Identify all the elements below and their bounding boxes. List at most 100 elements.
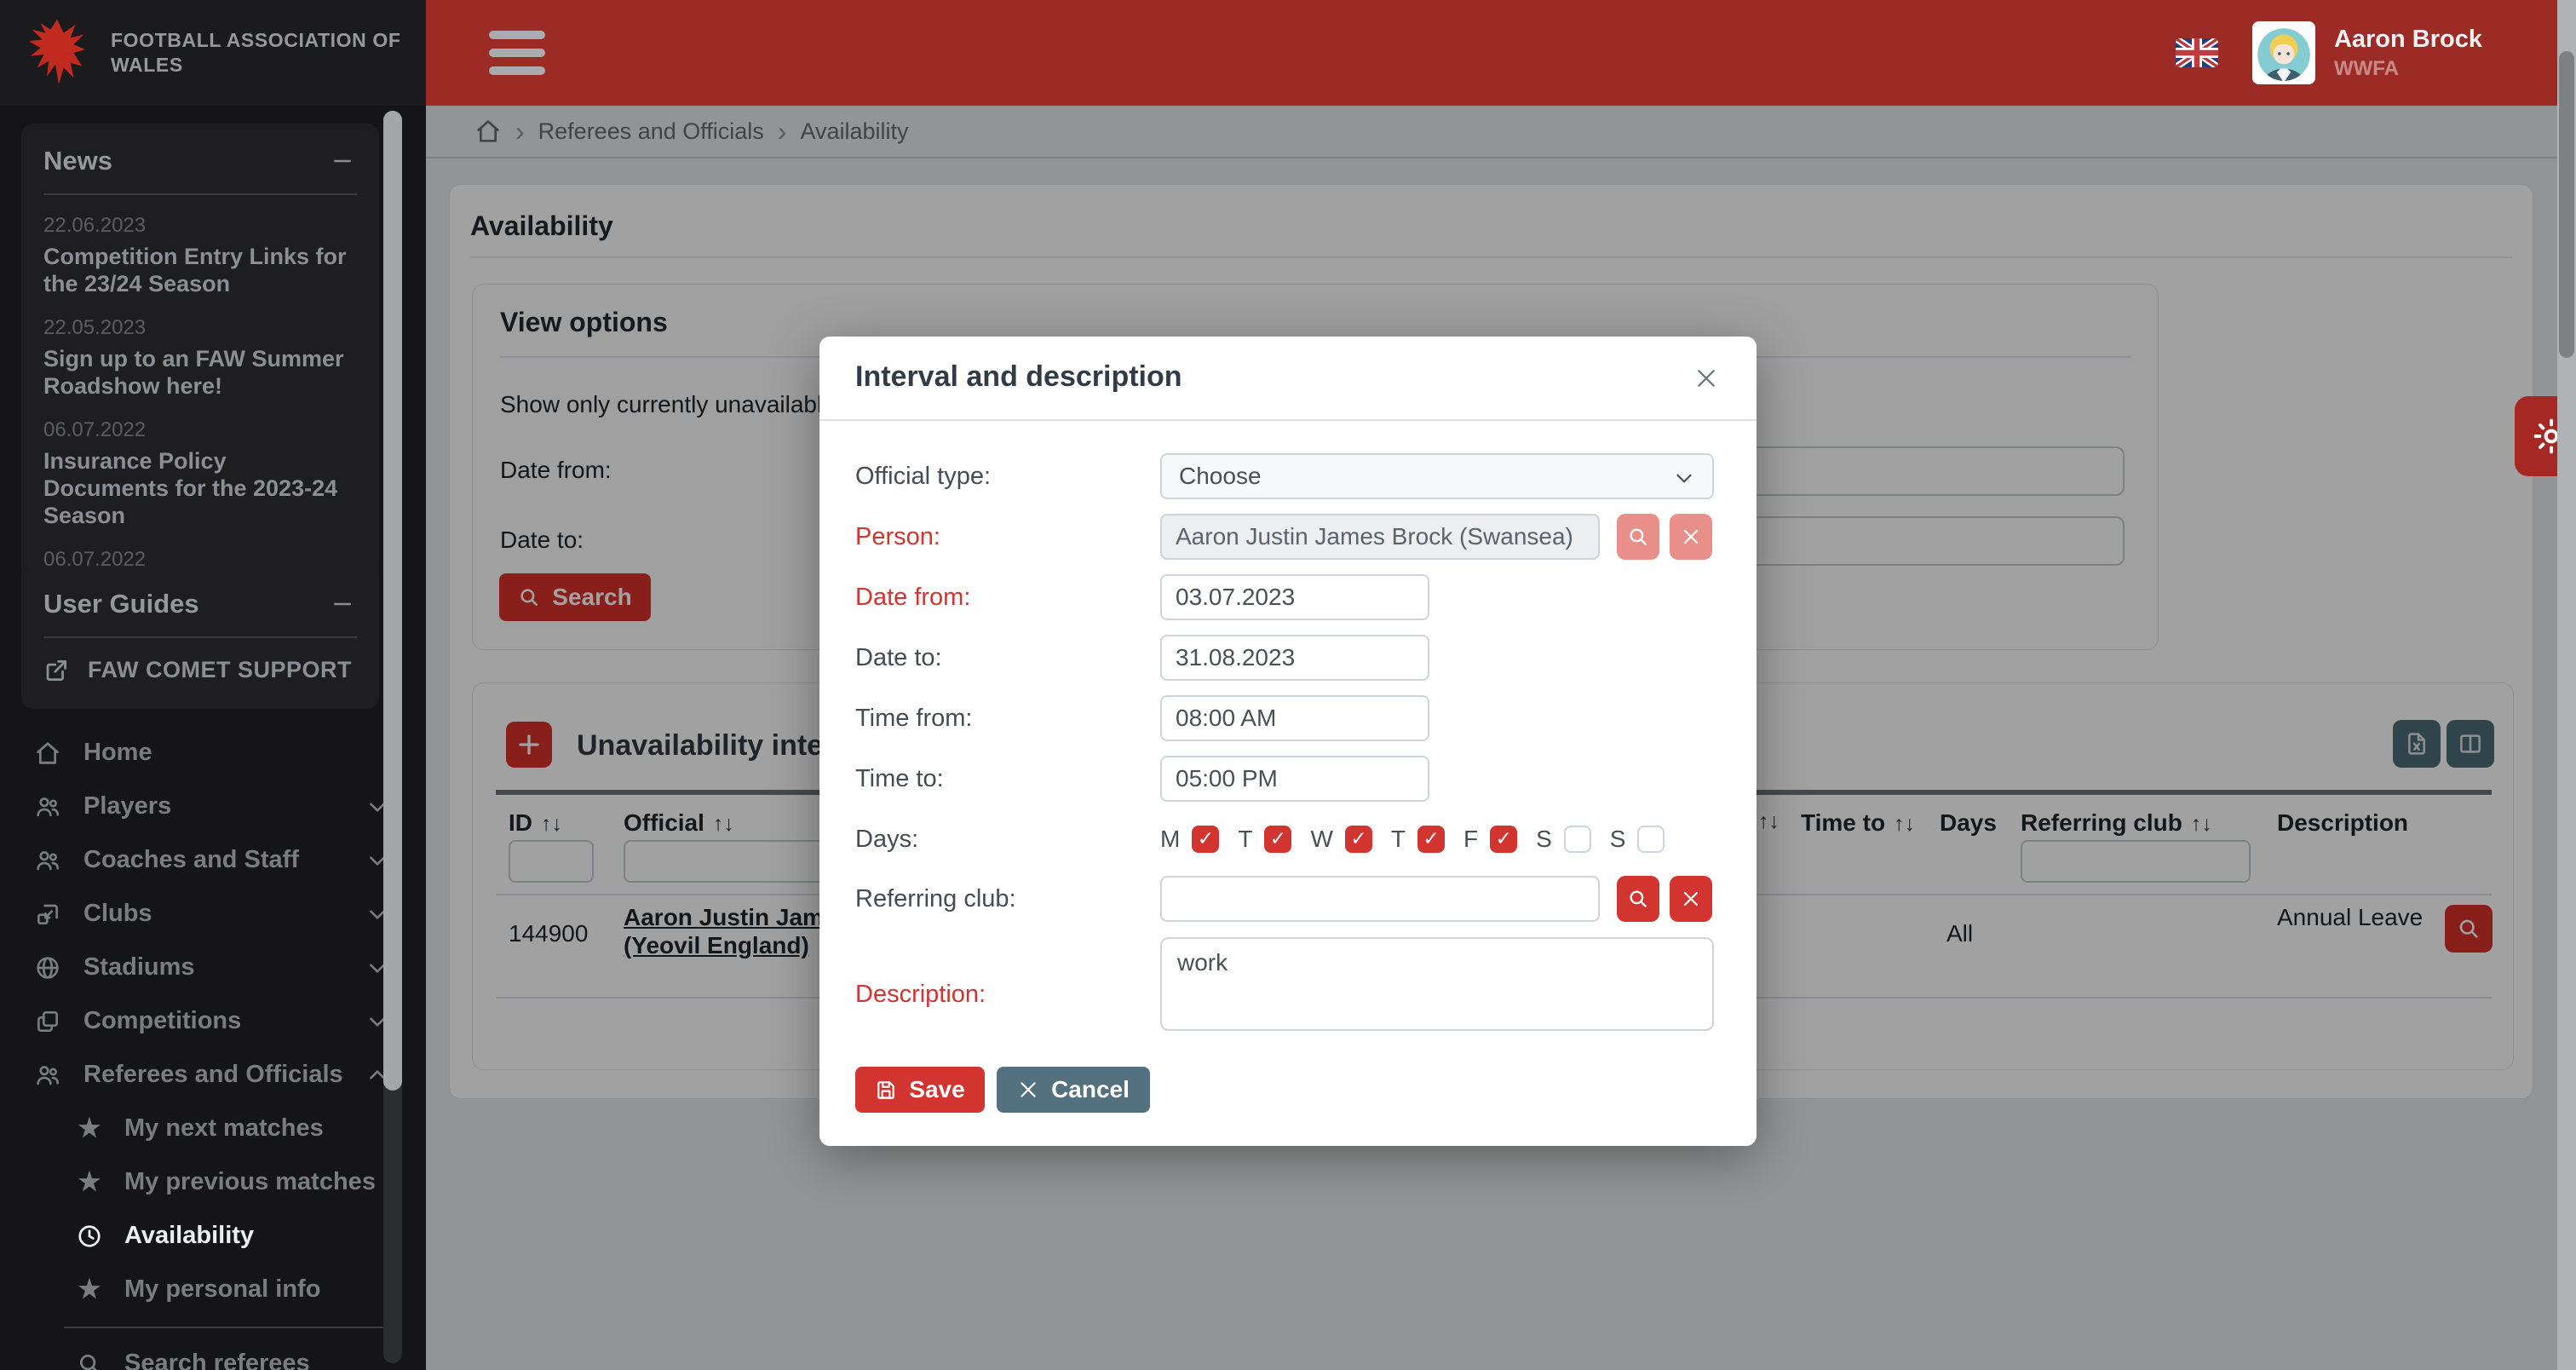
app-window: FOOTBALL ASSOCIATION OF WALES <box>0 0 2576 1370</box>
date-from-label: Date from: <box>855 574 970 620</box>
sidebar-item-search-referees[interactable]: Search referees <box>0 1337 426 1370</box>
sidebar-subitem-label: My previous matches <box>124 1168 376 1196</box>
user-guides-title: User Guides <box>43 589 199 619</box>
day-checkbox-wed[interactable] <box>1345 826 1372 853</box>
sidebar-item-competitions[interactable]: Competitions <box>0 994 426 1048</box>
official-type-row: Official type: Choose <box>819 453 1757 499</box>
time-to-label: Time to: <box>855 756 944 802</box>
person-input[interactable] <box>1160 514 1600 560</box>
referring-club-search-button[interactable] <box>1617 876 1659 922</box>
date-to-input[interactable] <box>1160 635 1429 681</box>
time-from-label: Time from: <box>855 695 972 741</box>
day-checkbox-fri[interactable] <box>1490 826 1517 853</box>
header-bar: Aaron Brock WWFA <box>426 0 2576 106</box>
news-item-title[interactable]: Competition Entry Links for the 23/24 Se… <box>43 243 357 297</box>
day-checkbox-sun[interactable] <box>1637 826 1665 853</box>
clubs-icon <box>34 901 61 928</box>
description-label: Description: <box>855 971 986 1017</box>
date-from-input[interactable] <box>1160 574 1429 620</box>
home-icon <box>34 740 61 767</box>
person-clear-button[interactable] <box>1670 514 1712 560</box>
sidebar-subitem-label: My personal info <box>124 1275 320 1304</box>
sidebar-item-clubs[interactable]: Clubs <box>0 887 426 941</box>
sidebar-item-stadiums[interactable]: Stadiums <box>0 941 426 994</box>
referring-club-label: Referring club: <box>855 876 1016 922</box>
official-type-select[interactable]: Choose <box>1160 453 1714 499</box>
days-checkbox-group: M T W T F S S <box>1160 826 1673 853</box>
person-label: Person: <box>855 514 940 560</box>
collapse-icon[interactable] <box>328 590 357 619</box>
referring-club-input[interactable] <box>1160 876 1600 922</box>
sidebar-item-my-personal-info[interactable]: ★ My personal info <box>0 1263 426 1316</box>
sidebar-item-label: Stadiums <box>83 953 344 981</box>
user-menu[interactable]: Aaron Brock WWFA <box>2252 21 2482 84</box>
cancel-button[interactable]: Cancel <box>997 1067 1150 1113</box>
referring-club-clear-button[interactable] <box>1670 876 1712 922</box>
external-link-icon <box>43 658 69 683</box>
news-item-date: 06.07.2022 <box>43 418 357 442</box>
description-textarea[interactable]: work <box>1160 937 1714 1031</box>
sidebar-scrollbar-thumb[interactable] <box>383 111 402 1091</box>
org-name-line1: FOOTBALL ASSOCIATION OF <box>111 28 400 53</box>
sidebar-item-availability[interactable]: Availability <box>0 1209 426 1263</box>
date-to-label: Date to: <box>855 635 942 681</box>
sidebar-subitem-label: Availability <box>124 1222 254 1250</box>
interval-description-modal: Interval and description Official type: … <box>819 337 1757 1146</box>
save-button[interactable]: Save <box>855 1067 985 1113</box>
close-icon[interactable] <box>1690 362 1722 394</box>
sidebar-item-referees[interactable]: Referees and Officials <box>0 1048 426 1102</box>
days-label: Days: <box>855 826 918 853</box>
official-type-label: Official type: <box>855 453 991 499</box>
window-scrollbar-thumb[interactable] <box>2559 51 2574 358</box>
chevron-down-icon <box>1673 467 1695 489</box>
language-flag-icon[interactable] <box>2176 38 2218 67</box>
time-from-input[interactable] <box>1160 695 1429 741</box>
sidebar-item-my-next-matches[interactable]: ★ My next matches <box>0 1102 426 1155</box>
star-icon: ★ <box>77 1170 102 1195</box>
sidebar-item-players[interactable]: Players <box>0 780 426 833</box>
faw-comet-support-link[interactable]: FAW COMET SUPPORT <box>43 657 357 683</box>
sidebar-item-my-previous-matches[interactable]: ★ My previous matches <box>0 1155 426 1209</box>
save-button-label: Save <box>909 1076 964 1103</box>
day-checkbox-tue[interactable] <box>1264 826 1291 853</box>
day-checkbox-thu[interactable] <box>1417 826 1445 853</box>
news-item-title[interactable]: Insurance Policy Documents for the 2023-… <box>43 447 357 529</box>
days-row: Days: M T W T F S S <box>819 826 1757 853</box>
referees-icon <box>34 1062 61 1089</box>
day-letter: W <box>1310 826 1332 853</box>
user-name: Aaron Brock <box>2334 25 2482 54</box>
sidebar-item-home[interactable]: Home <box>0 726 426 780</box>
modal-title: Interval and description <box>855 360 1182 394</box>
day-letter: F <box>1463 826 1478 853</box>
day-letter: S <box>1536 826 1552 853</box>
save-icon <box>875 1079 897 1101</box>
faw-comet-support-label: FAW COMET SUPPORT <box>88 657 352 683</box>
user-org: WWFA <box>2334 57 2482 81</box>
coaches-icon <box>34 847 61 874</box>
sidebar-subitem-label: Search referees <box>124 1350 310 1370</box>
sidebar-item-label: Clubs <box>83 900 344 928</box>
cancel-button-label: Cancel <box>1051 1076 1130 1103</box>
collapse-icon[interactable] <box>328 147 357 176</box>
sidebar-item-label: Coaches and Staff <box>83 846 344 874</box>
user-guides-panel: User Guides FAW COMET SUPPORT <box>21 567 379 709</box>
header-right-group: Aaron Brock WWFA <box>2176 0 2482 106</box>
sidebar-subitem-label: My next matches <box>124 1114 324 1143</box>
time-to-input[interactable] <box>1160 756 1429 802</box>
header-brand: FOOTBALL ASSOCIATION OF WALES <box>0 0 426 106</box>
sidebar-item-label: Referees and Officials <box>83 1061 344 1089</box>
sidebar-item-label: Competitions <box>83 1007 344 1035</box>
globe-icon <box>34 954 61 981</box>
day-checkbox-mon[interactable] <box>1192 826 1219 853</box>
top-header: FOOTBALL ASSOCIATION OF WALES <box>0 0 2576 106</box>
sidebar-divider <box>64 1327 400 1328</box>
sidebar-item-coaches[interactable]: Coaches and Staff <box>0 833 426 887</box>
person-search-button[interactable] <box>1617 514 1659 560</box>
menu-toggle-button[interactable] <box>489 31 545 75</box>
day-checkbox-sat[interactable] <box>1564 826 1591 853</box>
news-item-date: 22.05.2023 <box>43 316 357 340</box>
news-item-title[interactable]: Sign up to an FAW Summer Roadshow here! <box>43 345 357 400</box>
sidebar-item-label: Players <box>83 792 344 820</box>
search-icon <box>77 1351 102 1370</box>
user-avatar <box>2252 21 2315 84</box>
